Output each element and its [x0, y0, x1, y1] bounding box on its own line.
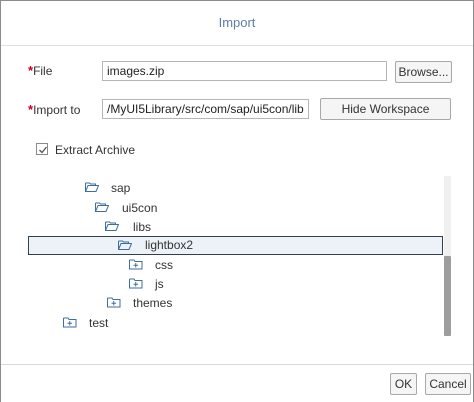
file-label: File [33, 64, 53, 78]
extract-archive-label: Extract Archive [55, 143, 136, 157]
tree-item-lightbox2[interactable]: lightbox2 [28, 236, 443, 255]
tree-item-label: css [155, 258, 173, 272]
folder-plus-icon [63, 316, 77, 328]
tree-scrollbar-thumb[interactable] [444, 256, 451, 336]
tree-scrollbar[interactable] [444, 176, 451, 336]
folder-plus-icon [107, 296, 121, 308]
tree-item-ui5con[interactable]: ui5con [28, 199, 443, 218]
tree-item-label: sap [111, 181, 131, 195]
folder-plus-icon [129, 258, 143, 270]
tree-item-label: lightbox2 [145, 238, 194, 252]
folder-open-icon [85, 181, 100, 193]
checkmark-icon [39, 146, 48, 154]
cancel-button[interactable]: Cancel [425, 373, 471, 395]
dialog-footer: OK Cancel [1, 364, 473, 402]
tree-item-test[interactable]: test [28, 314, 443, 333]
tree-item-libs[interactable]: libs [28, 218, 443, 237]
tree-item-label: ui5con [122, 201, 158, 215]
folder-open-icon [95, 201, 110, 213]
tree-item-label: test [89, 316, 109, 330]
folder-tree: sap ui5con libs lightbox2 css js themes … [28, 173, 443, 339]
import-to-input[interactable] [102, 99, 309, 119]
folder-plus-icon [129, 277, 143, 289]
tree-item-label: themes [133, 296, 173, 310]
dialog-titlebar: Import [1, 1, 473, 46]
tree-item-sap[interactable]: sap [28, 179, 443, 198]
file-label-group: *File [28, 63, 52, 78]
tree-item-themes[interactable]: themes [28, 294, 443, 313]
import-dialog: Import *File Browse... *Import to Hide W… [0, 0, 474, 402]
tree-item-js[interactable]: js [28, 275, 443, 294]
import-to-label-group: *Import to [28, 102, 80, 117]
import-to-label: Import to [33, 103, 81, 117]
ok-button[interactable]: OK [390, 373, 417, 395]
folder-open-icon [118, 239, 133, 251]
folder-open-icon [105, 220, 120, 232]
browse-button[interactable]: Browse... [395, 61, 452, 83]
file-input[interactable] [102, 61, 387, 81]
hide-workspace-button[interactable]: Hide Workspace [320, 98, 451, 120]
tree-item-css[interactable]: css [28, 256, 443, 275]
tree-item-label: js [155, 277, 164, 291]
extract-archive-checkbox[interactable] [36, 143, 48, 155]
dialog-title: Import [218, 15, 256, 30]
tree-item-label: libs [133, 220, 152, 234]
